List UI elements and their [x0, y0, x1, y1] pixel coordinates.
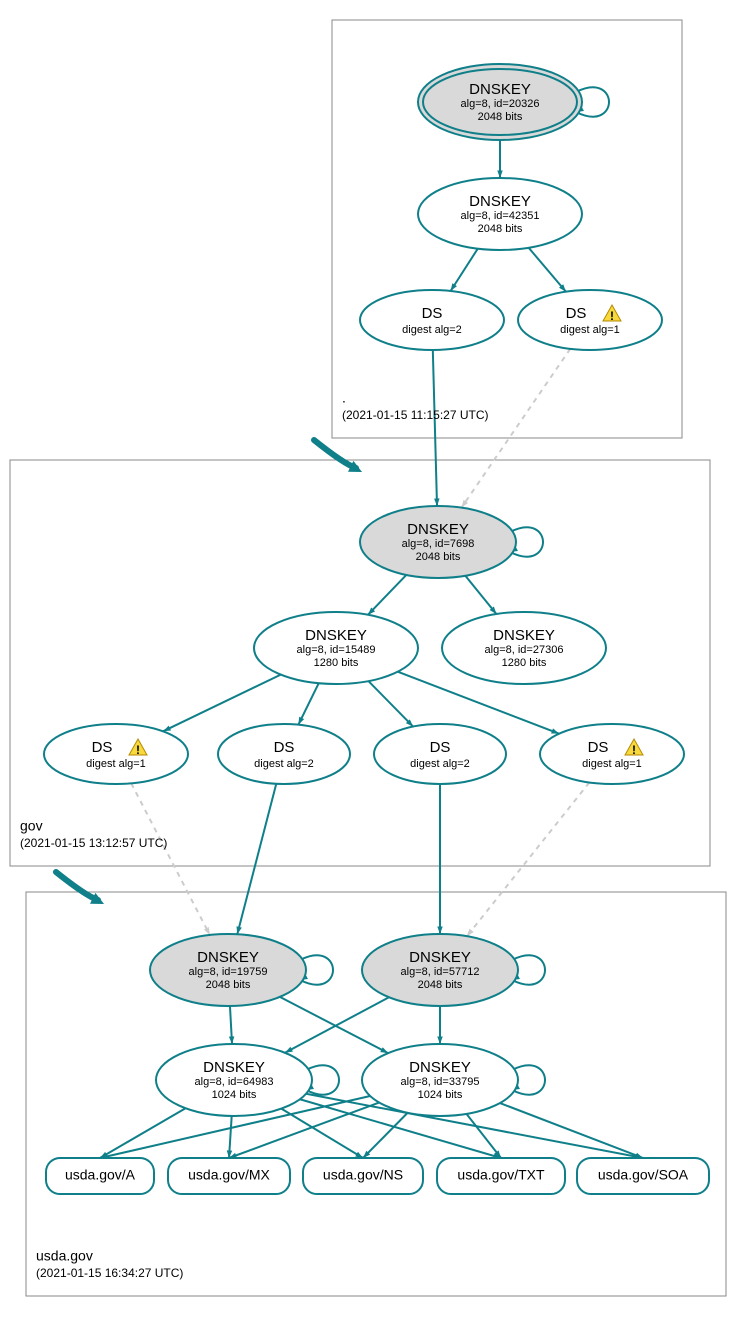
- node-line2: alg=8, id=15489: [297, 644, 376, 656]
- node-title: DS: [422, 305, 443, 322]
- node-title: DS: [274, 739, 295, 756]
- node-usda_ksk1: DNSKEYalg=8, id=197592048 bits: [150, 934, 306, 1006]
- node-line2: digest alg=1: [560, 324, 620, 336]
- edge: [433, 350, 437, 506]
- node-line3: 2048 bits: [418, 979, 463, 991]
- node-root_ksk: DNSKEYalg=8, id=203262048 bits: [418, 64, 582, 140]
- rrset-label-rr_soa: usda.gov/SOA: [598, 1167, 689, 1183]
- warning-mark: !: [632, 743, 636, 757]
- node-title: DS: [92, 739, 113, 756]
- node-title: DNSKEY: [493, 627, 555, 644]
- node-line3: 2048 bits: [416, 551, 461, 563]
- node-title: DS: [430, 739, 451, 756]
- node-usda_zsk2: DNSKEYalg=8, id=337951024 bits: [362, 1044, 518, 1116]
- node-gov_ds_c: DS digest alg=2: [374, 724, 506, 784]
- node-gov_zsk2: DNSKEYalg=8, id=273061280 bits: [442, 612, 606, 684]
- node-title: DNSKEY: [469, 81, 531, 98]
- node-line2: alg=8, id=27306: [485, 644, 564, 656]
- edge: [462, 349, 571, 508]
- warning-mark: !: [610, 309, 614, 323]
- node-line2: alg=8, id=64983: [195, 1076, 274, 1088]
- node-line3: 1280 bits: [502, 657, 547, 669]
- zone-label-usda: usda.gov: [36, 1247, 93, 1263]
- rrset-label-rr_txt: usda.gov/TXT: [457, 1167, 545, 1183]
- node-line3: 2048 bits: [206, 979, 251, 991]
- node-line2: alg=8, id=7698: [402, 538, 475, 550]
- node-line2: digest alg=1: [582, 758, 642, 770]
- node-title: DS: [588, 739, 609, 756]
- node-gov_ds_d: DS digest alg=1!: [540, 724, 684, 784]
- dnssec-diagram: DNSKEYalg=8, id=203262048 bitsDNSKEYalg=…: [0, 0, 740, 1320]
- node-line2: alg=8, id=20326: [461, 98, 540, 110]
- delegation-arrow: [314, 440, 356, 468]
- node-title: DS: [566, 305, 587, 322]
- node-line3: 1024 bits: [418, 1089, 463, 1101]
- node-line3: 1024 bits: [212, 1089, 257, 1101]
- node-gov_zsk1: DNSKEYalg=8, id=154891280 bits: [254, 612, 418, 684]
- zone-timestamp-root: (2021-01-15 11:15:27 UTC): [342, 408, 489, 422]
- node-title: DNSKEY: [409, 1059, 471, 1076]
- node-gov_ksk: DNSKEYalg=8, id=76982048 bits: [360, 506, 516, 578]
- rrset-label-rr_a: usda.gov/A: [65, 1167, 136, 1183]
- zone-timestamp-gov: (2021-01-15 13:12:57 UTC): [20, 836, 167, 850]
- node-title: DNSKEY: [469, 193, 531, 210]
- edge: [100, 1108, 186, 1158]
- edge: [163, 675, 281, 732]
- node-line3: 2048 bits: [478, 111, 523, 123]
- node-line2: digest alg=1: [86, 758, 146, 770]
- rrset-label-rr_ns: usda.gov/NS: [323, 1167, 403, 1183]
- delegation-arrow: [56, 872, 98, 900]
- edge: [529, 248, 566, 292]
- node-line2: alg=8, id=33795: [401, 1076, 480, 1088]
- node-usda_ksk2: DNSKEYalg=8, id=577122048 bits: [362, 934, 518, 1006]
- node-line2: digest alg=2: [410, 758, 470, 770]
- node-title: DNSKEY: [407, 521, 469, 538]
- warning-mark: !: [136, 743, 140, 757]
- node-title: DNSKEY: [409, 949, 471, 966]
- edge: [466, 1114, 501, 1158]
- node-root_zsk: DNSKEYalg=8, id=423512048 bits: [418, 178, 582, 250]
- zone-timestamp-usda: (2021-01-15 16:34:27 UTC): [36, 1266, 183, 1280]
- node-gov_ds_a: DS digest alg=1!: [44, 724, 188, 784]
- node-line3: 1280 bits: [314, 657, 359, 669]
- edge: [368, 575, 406, 615]
- edge: [237, 784, 276, 934]
- node-line2: digest alg=2: [402, 324, 462, 336]
- edge: [368, 681, 413, 727]
- edge: [451, 249, 478, 291]
- rrset-label-rr_mx: usda.gov/MX: [188, 1167, 270, 1183]
- edge: [467, 782, 589, 936]
- node-gov_ds_b: DS digest alg=2: [218, 724, 350, 784]
- node-line3: 2048 bits: [478, 223, 523, 235]
- zone-label-gov: gov: [20, 817, 43, 833]
- node-line2: alg=8, id=19759: [189, 966, 268, 978]
- node-title: DNSKEY: [197, 949, 259, 966]
- node-title: DNSKEY: [305, 627, 367, 644]
- node-line2: digest alg=2: [254, 758, 314, 770]
- edge: [500, 1103, 643, 1158]
- zone-label-root: .: [342, 389, 346, 405]
- node-title: DNSKEY: [203, 1059, 265, 1076]
- node-root_ds1: DS digest alg=1!: [518, 290, 662, 350]
- edge: [131, 783, 210, 935]
- node-usda_zsk1: DNSKEYalg=8, id=649831024 bits: [156, 1044, 312, 1116]
- node-line2: alg=8, id=42351: [461, 210, 540, 222]
- node-root_ds2: DS digest alg=2: [360, 290, 504, 350]
- node-line2: alg=8, id=57712: [401, 966, 480, 978]
